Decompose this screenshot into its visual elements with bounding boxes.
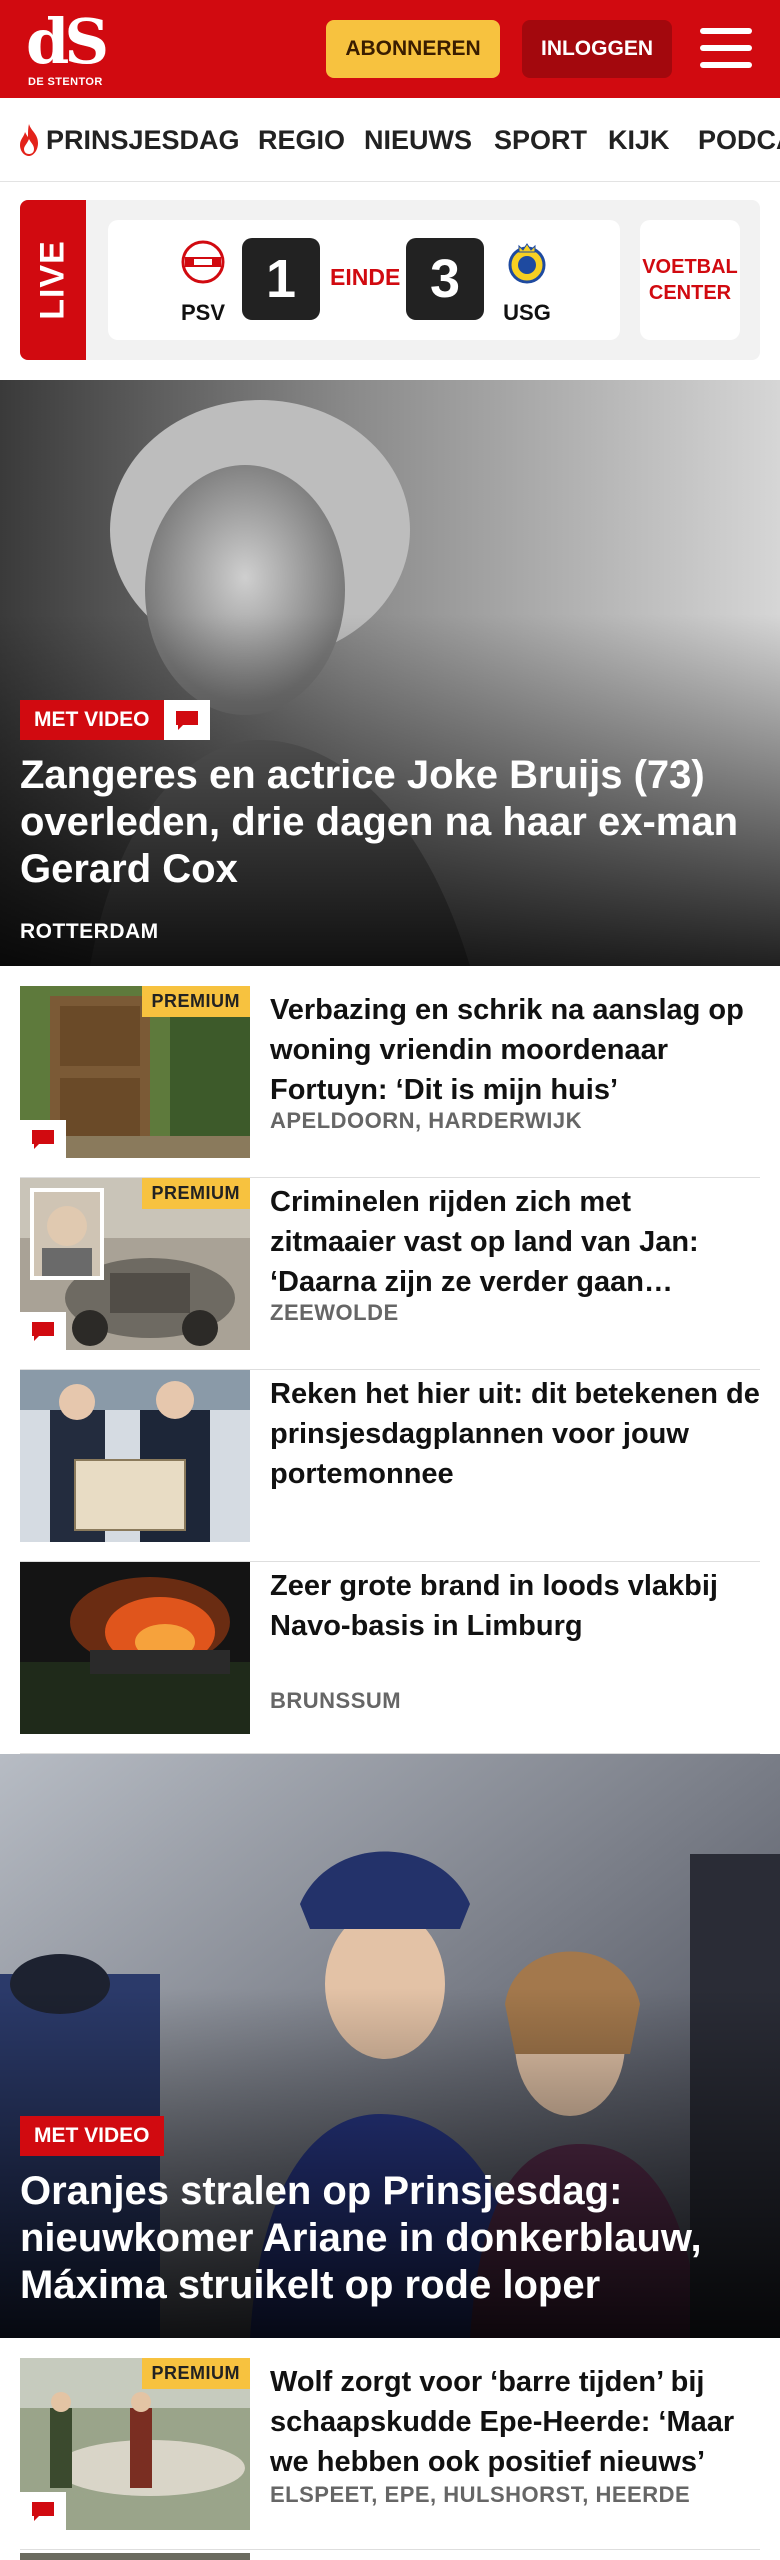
flame-icon: [20, 124, 38, 156]
nav-item-prinsjesdag[interactable]: PRINSJESDAG: [16, 98, 240, 181]
comment-icon: [163, 700, 210, 740]
list-item[interactable]: PREMIUM Wolf zorgt voor ‘barre tijden’ b…: [20, 2358, 760, 2550]
hero-title[interactable]: Zangeres en actrice Joke Bruijs (73) ove…: [20, 752, 760, 893]
away-score: 3: [406, 238, 484, 320]
login-button[interactable]: INLOGGEN: [522, 20, 672, 78]
list-item[interactable]: PREMIUM Criminelen rijden zich met zitma…: [20, 1178, 760, 1370]
home-score: 1: [242, 238, 320, 320]
list-item[interactable]: Zeer grote brand in loods vlakbij Navo-b…: [20, 1562, 760, 1754]
article-title[interactable]: Criminelen rijden zich met zitmaaier vas…: [270, 1182, 760, 1302]
hero-article[interactable]: MET VIDEO Zangeres en actrice Joke Bruij…: [0, 380, 780, 966]
nav-item-sport[interactable]: SPORT: [494, 98, 588, 181]
logo-mark: dS: [26, 5, 109, 78]
site-logo[interactable]: dS DE STENTOR: [20, 5, 120, 92]
article-thumbnail: [20, 1370, 250, 1542]
article-thumbnail: PREMIUM: [20, 986, 250, 1158]
hamburger-menu-icon[interactable]: [700, 26, 752, 70]
nav-item-label: PODCA: [698, 124, 780, 155]
comment-icon: [20, 2492, 66, 2530]
nav-item-label: REGIO: [258, 124, 346, 155]
live-label: LIVE: [33, 240, 72, 320]
article-thumbnail: PREMIUM: [20, 2358, 250, 2530]
list-item[interactable]: Reken het hier uit: dit betekenen de pri…: [20, 1370, 760, 1562]
comment-icon: [20, 1312, 66, 1350]
list-item[interactable]: [20, 2550, 760, 2560]
video-badge-label: MET VIDEO: [20, 2116, 164, 2156]
article-location: ELSPEET, EPE, HULSHORST, HEERDE: [270, 2482, 691, 2507]
article-thumbnail: [20, 2550, 250, 2560]
subscribe-button[interactable]: ABONNEREN: [326, 20, 500, 78]
logo-subtitle: DE STENTOR: [28, 76, 103, 88]
article-title[interactable]: Verbazing en schrik na aanslag op woning…: [270, 990, 760, 1110]
article-thumbnail: [20, 1562, 250, 1734]
hero-article-2[interactable]: MET VIDEO Oranjes stralen op Prinsjesdag…: [0, 1754, 780, 2338]
site-header: dS DE STENTOR ABONNEREN INLOGGEN: [0, 0, 780, 98]
hero-location: ROTTERDAM: [20, 920, 159, 943]
article-title[interactable]: Wolf zorgt voor ‘barre tijden’ bij schaa…: [270, 2362, 760, 2482]
live-tag: LIVE: [20, 200, 86, 360]
section-nav: PRINSJESDAG REGIO NIEUWS SPORT KIJK PODC…: [0, 98, 780, 182]
away-team-name: USG: [503, 300, 551, 325]
list-item[interactable]: PREMIUM Verbazing en schrik na aanslag o…: [20, 986, 760, 1178]
voetbal-center-link[interactable]: VOETBAL CENTER: [640, 220, 740, 340]
premium-badge: PREMIUM: [141, 1178, 250, 1209]
premium-badge: PREMIUM: [141, 986, 250, 1017]
comment-icon: [20, 1120, 66, 1158]
usg-logo-icon: [508, 243, 546, 284]
nav-item-podcast[interactable]: PODCA: [698, 98, 780, 181]
article-location: APELDOORN, HARDERWIJK: [270, 1108, 583, 1133]
nav-item-label: SPORT: [494, 124, 588, 155]
premium-badge: PREMIUM: [141, 2358, 250, 2389]
home-team: PSV: [168, 240, 238, 326]
article-location: BRUNSSUM: [270, 1688, 402, 1713]
match-score-card[interactable]: PSV 1 EINDE 3 USG: [108, 220, 620, 340]
nav-item-label: KIJK: [608, 124, 670, 155]
nav-item-kijk[interactable]: KIJK: [608, 98, 670, 181]
article-location: ZEEWOLDE: [270, 1300, 399, 1325]
nav-item-label: NIEUWS: [364, 124, 472, 155]
article-title[interactable]: Zeer grote brand in loods vlakbij Navo-b…: [270, 1566, 760, 1646]
article-thumbnail: PREMIUM: [20, 1178, 250, 1350]
away-team: USG: [492, 240, 562, 326]
live-score-widget: LIVE PSV 1 EINDE 3 USG VOETBAL CENTER: [20, 200, 760, 360]
article-title[interactable]: Reken het hier uit: dit betekenen de pri…: [270, 1374, 760, 1494]
home-team-name: PSV: [180, 300, 226, 325]
video-badge: MET VIDEO: [20, 2116, 164, 2156]
match-status: EINDE: [330, 264, 401, 290]
nav-item-regio[interactable]: REGIO: [258, 98, 346, 181]
hero-title[interactable]: Oranjes stralen op Prinsjesdag: nieuwkom…: [20, 2168, 760, 2309]
psv-logo-icon: [181, 240, 225, 284]
video-badge-label: MET VIDEO: [20, 700, 164, 740]
nav-item-nieuws[interactable]: NIEUWS: [364, 98, 472, 181]
video-badge: MET VIDEO: [20, 700, 210, 740]
nav-item-label: PRINSJESDAG: [46, 124, 240, 155]
